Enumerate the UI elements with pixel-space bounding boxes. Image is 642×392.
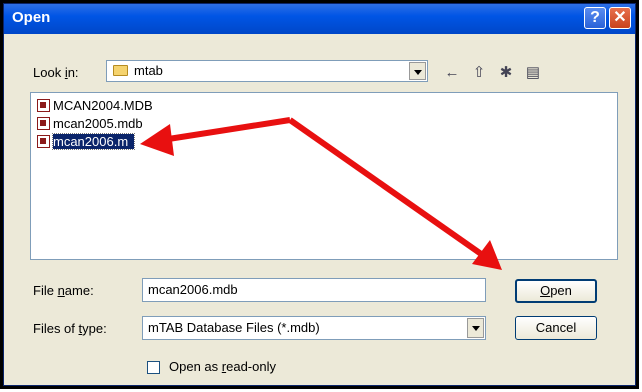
annotation-arrowhead-file bbox=[140, 124, 174, 156]
annotation-arrows bbox=[140, 117, 502, 270]
annotation-arrow-to-file bbox=[161, 117, 291, 143]
annotation-arrowhead-open bbox=[472, 240, 502, 270]
annotation-arrow-to-open bbox=[288, 117, 486, 259]
